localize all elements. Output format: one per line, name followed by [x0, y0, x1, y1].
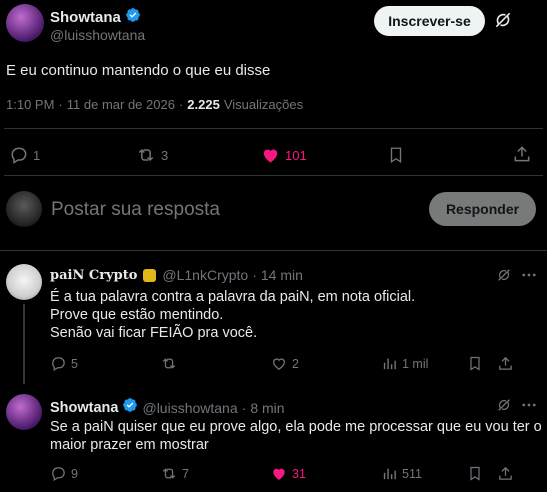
- my-avatar[interactable]: [6, 191, 42, 227]
- reply-avatar[interactable]: [6, 264, 42, 300]
- retweet-count: 3: [161, 147, 169, 163]
- divider: [4, 175, 543, 176]
- reply-stat[interactable]: 1: [9, 145, 40, 165]
- bookmark-icon[interactable]: [467, 355, 483, 377]
- retweet-stat[interactable]: 3: [135, 145, 168, 165]
- reply-avatar[interactable]: [6, 394, 42, 430]
- share-icon[interactable]: [497, 355, 514, 377]
- verified-badge-icon: [125, 7, 141, 28]
- reply-text-line: Prove que estão mentindo.: [50, 307, 224, 323]
- like-count: 101: [285, 147, 307, 163]
- share-icon[interactable]: [497, 465, 514, 487]
- reply-icon: [11, 147, 27, 164]
- divider: [4, 128, 543, 129]
- reply-author-handle[interactable]: @L1nkCrypto: [162, 267, 248, 283]
- views-label: Visualizações: [223, 97, 304, 112]
- reply-icon: [52, 467, 65, 482]
- views-stat[interactable]: 511: [381, 465, 422, 482]
- retweet-icon: [162, 468, 176, 479]
- reply-stat[interactable]: 9: [50, 465, 78, 482]
- heart-icon: [273, 468, 285, 480]
- reply-time[interactable]: 14 min: [261, 267, 303, 283]
- reply-icon: [52, 357, 65, 372]
- grok-icon[interactable]: [493, 10, 513, 35]
- reply-time[interactable]: 8 min: [250, 400, 284, 416]
- retweet-stat[interactable]: [160, 355, 182, 372]
- views-stat[interactable]: 1 mil: [381, 355, 428, 372]
- follow-button[interactable]: Inscrever-se: [374, 6, 485, 36]
- analytics-icon: [383, 358, 396, 370]
- bookmark-icon[interactable]: [387, 145, 405, 170]
- tweet-meta: 1:10 PM · 11 de mar de 2026 · 2.225 Visu…: [6, 97, 304, 112]
- like-stat[interactable]: 2: [270, 355, 299, 372]
- reply-author-name[interactable]: Showtana: [50, 400, 118, 416]
- analytics-icon: [383, 468, 396, 480]
- like-stat[interactable]: 101: [260, 145, 307, 165]
- reply-text-line: maior prazer em mostrar: [50, 437, 209, 453]
- reply-text-line: É a tua palavra contra a palavra da paiN…: [50, 289, 416, 305]
- divider: [0, 250, 547, 251]
- like-stat[interactable]: 31: [270, 465, 306, 482]
- tweet-time[interactable]: 1:10 PM: [6, 97, 54, 112]
- thread-line: [23, 304, 25, 384]
- reply-count: 1: [33, 147, 41, 163]
- retweet-icon: [162, 358, 176, 369]
- reply-input[interactable]: Postar sua resposta: [51, 199, 220, 221]
- reply-text-line: Se a paiN quiser que eu prove algo, ela …: [50, 419, 542, 435]
- reply-stat[interactable]: 5: [50, 355, 78, 372]
- reply-text-line: Senão vai ficar FEIÃO pra você.: [50, 325, 258, 341]
- more-options-icon[interactable]: [520, 396, 538, 419]
- heart-icon: [263, 149, 278, 163]
- more-options-icon[interactable]: [520, 266, 538, 289]
- tweet-text: E eu continuo mantendo o que eu disse: [6, 62, 271, 79]
- verified-badge-icon: [122, 397, 138, 418]
- more-icon[interactable]: [496, 397, 512, 418]
- retweet-icon: [138, 148, 154, 162]
- author-handle[interactable]: @luisshowtana: [50, 27, 145, 43]
- reply-button[interactable]: Responder: [429, 192, 536, 226]
- retweet-stat[interactable]: 7: [160, 465, 189, 482]
- views-count: 2.225: [187, 97, 220, 112]
- author-name[interactable]: Showtana: [50, 9, 121, 26]
- author-avatar[interactable]: [6, 4, 44, 42]
- bookmark-icon[interactable]: [467, 465, 483, 487]
- reply-author-handle[interactable]: @luisshowtana: [142, 400, 237, 416]
- reply-author-name[interactable]: paiN Crypto: [50, 268, 137, 283]
- share-icon[interactable]: [512, 144, 532, 169]
- tweet-date[interactable]: 11 de mar de 2026: [67, 97, 175, 112]
- heart-outline-icon: [273, 358, 285, 370]
- more-icon[interactable]: [496, 267, 512, 288]
- affiliate-badge-icon: [143, 268, 157, 282]
